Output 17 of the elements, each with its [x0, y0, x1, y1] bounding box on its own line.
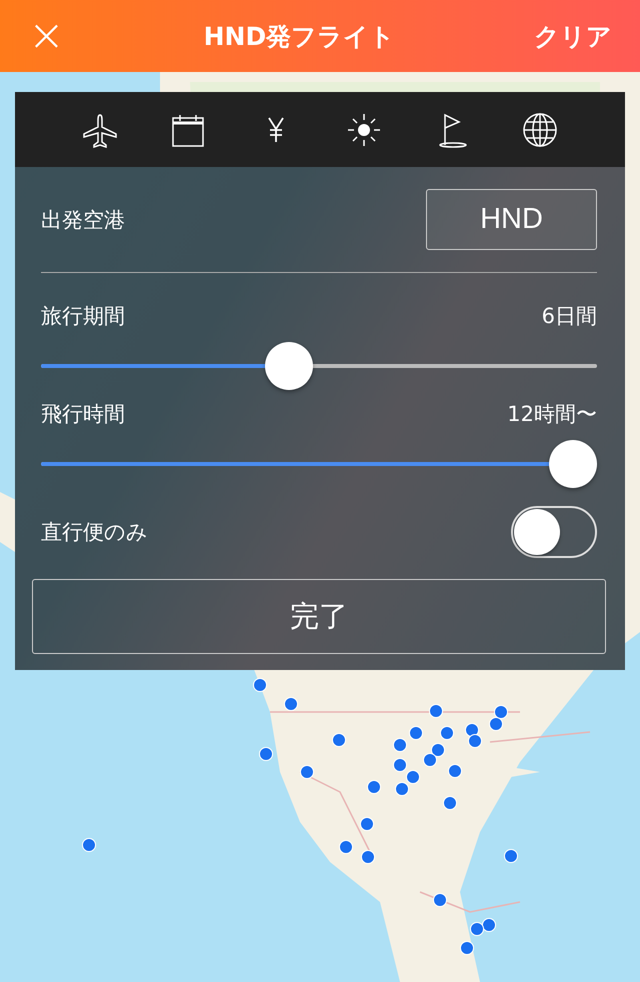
toggle-label: 直行便のみ [41, 519, 148, 546]
slider-value: 12時間〜 [507, 401, 597, 428]
field-label: 出発空港 [41, 206, 125, 234]
slider-thumb[interactable] [264, 342, 313, 390]
airport-button[interactable]: HND [426, 189, 597, 250]
toggle-switch[interactable] [511, 506, 597, 558]
slider-thumb[interactable] [549, 440, 597, 488]
slider-label: 旅行期間 [41, 303, 125, 330]
sun-icon[interactable] [346, 112, 382, 148]
screen-title: HND発フライト [204, 20, 396, 52]
slider-track[interactable] [41, 342, 597, 390]
slider-track[interactable] [41, 440, 597, 488]
slider-value: 6日間 [542, 303, 597, 330]
plane-icon[interactable] [82, 112, 118, 148]
done-button[interactable]: 完了 [32, 579, 606, 654]
slider-label: 飛行時間 [41, 401, 125, 428]
globe-icon[interactable] [522, 112, 558, 148]
